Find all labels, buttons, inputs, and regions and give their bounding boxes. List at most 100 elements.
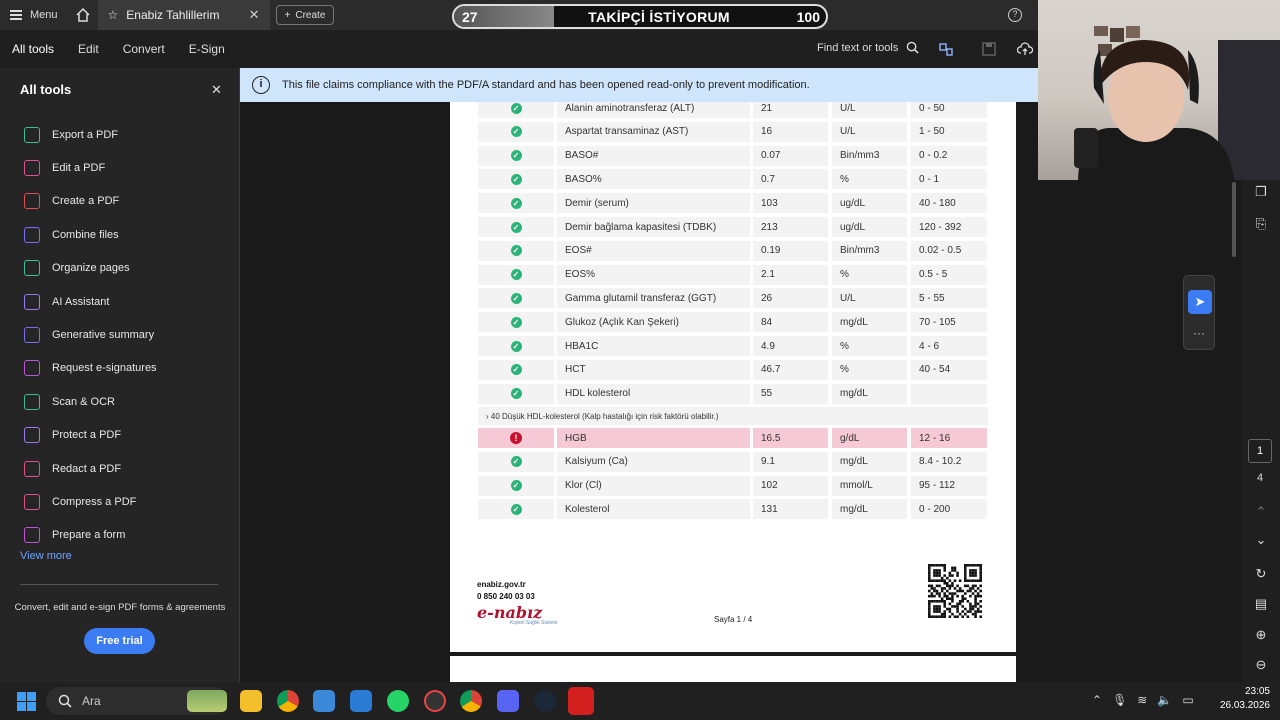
windows-start-icon[interactable]	[17, 692, 36, 711]
status-cell: ✓	[478, 475, 554, 496]
zoom-in-icon[interactable]: ⊕	[1253, 627, 1269, 643]
current-page-input[interactable]: 1	[1248, 439, 1272, 463]
sidebar-item-compress-a-pdf[interactable]: Compress a PDF	[24, 485, 157, 518]
sidebar-item-label: Edit a PDF	[52, 162, 106, 175]
test-name: BASO%	[557, 169, 750, 190]
check-icon: ✓	[510, 480, 522, 492]
close-tab-icon[interactable]: ✕	[249, 7, 260, 23]
sidebar-item-prepare-a-form[interactable]: Prepare a form	[24, 519, 157, 552]
menu-convert[interactable]: Convert	[111, 42, 177, 56]
help-icon[interactable]: ?	[1008, 8, 1022, 22]
mail-icon[interactable]	[350, 690, 372, 712]
sidebar-item-redact-a-pdf[interactable]: Redact a PDF	[24, 452, 157, 485]
upload-cloud-icon[interactable]	[1017, 41, 1033, 57]
test-value: 46.7	[753, 359, 828, 380]
microsoft-store-icon[interactable]	[313, 690, 335, 712]
find-label: Find text or tools	[817, 41, 899, 54]
clock[interactable]: 23:05 26.03.2026	[1220, 685, 1270, 713]
page-thumbnail-icon[interactable]: ⎘	[1253, 216, 1269, 232]
chevron-down-icon[interactable]: ⌄	[1253, 532, 1269, 548]
sidebar-item-label: Compress a PDF	[52, 495, 137, 508]
test-unit: %	[832, 359, 907, 380]
table-row: ✓ EOS# 0.19 Bin/mm3 0.02 - 0.5	[478, 240, 988, 261]
tool-icon	[24, 126, 40, 143]
sidebar-item-label: AI Assistant	[52, 295, 110, 308]
tool-icon	[24, 260, 40, 277]
opera-gx-icon[interactable]	[424, 690, 446, 712]
battery-icon[interactable]: ▭	[1182, 693, 1193, 707]
menu-all-tools[interactable]: All tools	[0, 42, 66, 56]
sidebar-item-request-e-signatures[interactable]: Request e-signatures	[24, 352, 157, 385]
table-row: ✓ EOS% 2.1% 0.5 - 5	[478, 264, 988, 285]
status-cell: ✓	[478, 359, 554, 380]
pdf-page: ✓ Alanin aminotransferaz (ALT) 21 U/L 0 - 50…	[450, 98, 1016, 652]
ai-tools-icon[interactable]	[938, 41, 954, 57]
sidebar-item-protect-a-pdf[interactable]: Protect a PDF	[24, 419, 157, 452]
sidebar-item-label: Protect a PDF	[52, 429, 122, 442]
more-tools-icon[interactable]: ···	[1184, 326, 1214, 340]
follower-goal-text: TAKİPÇİ İSTİYORUM	[588, 8, 730, 25]
table-row: ✓ HDL kolesterol 55 mg/dL	[478, 383, 988, 404]
sidebar-item-export-a-pdf[interactable]: Export a PDF	[24, 118, 157, 151]
hamburger-icon	[10, 10, 22, 20]
select-cursor-icon[interactable]: ➤	[1188, 290, 1212, 314]
free-trial-button[interactable]: Free trial	[84, 628, 155, 654]
chevron-up-tray-icon[interactable]: ⌃	[1092, 693, 1102, 707]
tool-list: Export a PDF Edit a PDF Create a PDF Combin…	[24, 118, 157, 552]
volume-icon[interactable]: 🔈	[1157, 693, 1172, 707]
sidebar-item-edit-a-pdf[interactable]: Edit a PDF	[24, 151, 157, 184]
sidebar-item-combine-files[interactable]: Combine files	[24, 218, 157, 251]
menu-edit[interactable]: Edit	[66, 42, 111, 56]
test-name: Aspartat transaminaz (AST)	[557, 121, 750, 142]
status-cell: ✓	[478, 145, 554, 166]
sidebar-item-ai-assistant[interactable]: AI Assistant	[24, 285, 157, 318]
home-icon[interactable]	[68, 0, 98, 30]
check-icon: ✓	[510, 388, 522, 400]
test-unit: mg/dL	[832, 312, 907, 333]
save-icon[interactable]	[981, 41, 997, 57]
document-tab[interactable]: ☆ Enabiz Tahlillerim ✕	[97, 0, 270, 30]
chevron-up-icon[interactable]: ⌃	[1253, 504, 1269, 520]
file-explorer-icon[interactable]	[240, 690, 262, 712]
view-more-link[interactable]: View more	[20, 550, 72, 562]
comment-icon[interactable]: ❐	[1253, 184, 1269, 200]
refresh-icon[interactable]: ↻	[1253, 566, 1269, 582]
check-icon: ✓	[510, 503, 522, 515]
sidebar-item-scan-ocr[interactable]: Scan & OCR	[24, 385, 157, 418]
tool-icon	[24, 427, 40, 444]
microphone-icon[interactable]: 🎙	[1112, 693, 1127, 707]
system-tray: ⌃ 🎙 ≋ 🔈 ▭	[1092, 693, 1194, 707]
sidebar-item-generative-summary[interactable]: Generative summary	[24, 318, 157, 351]
zoom-out-icon[interactable]: ⊖	[1253, 657, 1269, 673]
page-fit-icon[interactable]: ▤	[1253, 596, 1269, 612]
test-value: 16	[753, 121, 828, 142]
test-value: 26	[753, 288, 828, 309]
hdl-note: › 40 Düşük HDL-kolesterol (Kalp hastalığ…	[478, 407, 988, 425]
steam-icon[interactable]	[534, 690, 556, 712]
status-cell: ✓	[478, 451, 554, 472]
check-icon: ✓	[510, 150, 522, 162]
discord-icon[interactable]	[497, 690, 519, 712]
sidebar-item-organize-pages[interactable]: Organize pages	[24, 252, 157, 285]
close-sidebar-icon[interactable]: ✕	[211, 82, 222, 98]
acrobat-icon[interactable]	[568, 687, 594, 715]
sidebar-item-create-a-pdf[interactable]: Create a PDF	[24, 185, 157, 218]
vertical-scrollbar[interactable]	[1232, 182, 1236, 257]
menu-e-sign[interactable]: E-Sign	[177, 42, 237, 56]
chrome-icon[interactable]	[277, 690, 299, 712]
test-name: EOS#	[557, 240, 750, 261]
chrome-profile-icon[interactable]	[460, 690, 482, 712]
find-tools-button[interactable]: Find text or tools	[817, 41, 919, 54]
test-range: 95 - 112	[911, 475, 987, 496]
test-range: 0 - 200	[911, 499, 987, 520]
check-icon: ✓	[510, 316, 522, 328]
document-tab-title: Enabiz Tahlillerim	[126, 8, 220, 22]
follower-goal-overlay: 27 TAKİPÇİ İSTİYORUM 100	[452, 4, 828, 29]
status-cell: !	[478, 428, 554, 448]
menu-button[interactable]: Menu	[0, 0, 68, 30]
tool-icon	[24, 493, 40, 510]
wifi-icon[interactable]: ≋	[1137, 693, 1147, 707]
star-icon[interactable]: ☆	[108, 8, 119, 22]
whatsapp-icon[interactable]	[387, 690, 409, 712]
create-button[interactable]: + Create	[275, 5, 335, 25]
